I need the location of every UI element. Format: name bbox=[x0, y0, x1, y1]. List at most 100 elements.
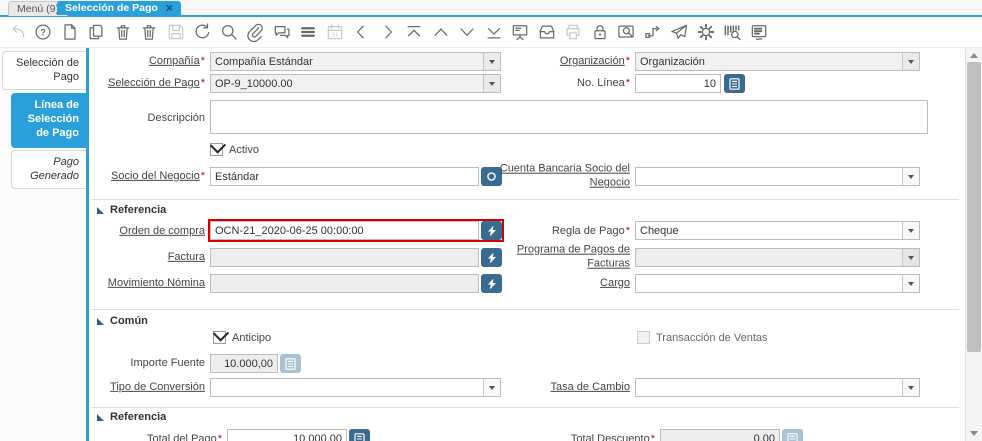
section-divider bbox=[91, 407, 959, 408]
cuenta-bancaria-combobox[interactable] bbox=[635, 167, 920, 186]
detail-record-icon[interactable] bbox=[456, 20, 480, 44]
factura-input bbox=[210, 248, 479, 267]
help-icon[interactable] bbox=[32, 20, 56, 44]
toolbar bbox=[0, 17, 982, 48]
tasa-cambio-value[interactable] bbox=[636, 379, 902, 396]
copy-record-icon[interactable] bbox=[85, 20, 109, 44]
workflow-icon[interactable] bbox=[641, 20, 665, 44]
private-record-lock-icon[interactable] bbox=[588, 20, 612, 44]
active-tab-label: Selección de Pago bbox=[65, 2, 158, 14]
transaccion-ventas-label: Transacción de Ventas bbox=[656, 332, 768, 344]
archive-icon[interactable] bbox=[535, 20, 559, 44]
compania-combobox[interactable] bbox=[210, 52, 501, 71]
movimiento-nomina-input bbox=[210, 274, 479, 293]
delete-record-icon[interactable] bbox=[111, 20, 135, 44]
find-icon[interactable] bbox=[217, 20, 241, 44]
process-icon[interactable] bbox=[694, 20, 718, 44]
chat-icon[interactable] bbox=[270, 20, 294, 44]
section-referencia[interactable]: Referencia bbox=[97, 204, 166, 216]
section-referencia-2[interactable]: Referencia bbox=[97, 411, 166, 423]
chevron-down-icon[interactable] bbox=[902, 379, 919, 396]
orden-compra-input[interactable] bbox=[210, 221, 479, 240]
seleccion-pago-label[interactable]: Selección de Pago* bbox=[89, 76, 205, 90]
cargo-label[interactable]: Cargo bbox=[490, 276, 630, 290]
collapse-triangle-icon[interactable] bbox=[97, 413, 104, 421]
orden-compra-label[interactable]: Orden de compra bbox=[89, 224, 205, 238]
regla-pago-value[interactable] bbox=[636, 222, 902, 239]
scroll-down-icon[interactable] bbox=[970, 431, 978, 436]
sidebar-tab-seleccion-de-pago[interactable]: Selección de Pago bbox=[2, 51, 86, 90]
tasa-cambio-label[interactable]: Tasa de Cambio bbox=[490, 380, 631, 394]
save-icon bbox=[164, 20, 188, 44]
export-icon[interactable] bbox=[668, 20, 692, 44]
programa-pagos-value bbox=[636, 249, 902, 266]
total-pago-input[interactable] bbox=[227, 429, 347, 441]
cargo-value[interactable] bbox=[636, 275, 902, 292]
cuenta-bancaria-value[interactable] bbox=[636, 168, 902, 185]
chevron-down-icon[interactable] bbox=[902, 275, 919, 292]
sidebar-tab-linea-de-seleccion-de-pago[interactable]: Línea de Selección de Pago bbox=[11, 93, 86, 148]
form-area: Compañía* Organización* Selección de Pag… bbox=[89, 48, 965, 441]
zoom-across-icon[interactable] bbox=[615, 20, 639, 44]
first-record-icon[interactable] bbox=[403, 20, 427, 44]
socio-label[interactable]: Socio del Negocio* bbox=[89, 169, 205, 183]
organizacion-value[interactable] bbox=[636, 53, 902, 70]
seleccion-pago-value[interactable] bbox=[211, 75, 483, 92]
total-descuento-calculator-button bbox=[782, 429, 803, 441]
grid-toggle-icon[interactable] bbox=[297, 20, 321, 44]
previous-record-icon[interactable] bbox=[350, 20, 374, 44]
undo-icon bbox=[5, 20, 29, 44]
cargo-combobox[interactable] bbox=[635, 274, 920, 293]
tipo-conversion-label[interactable]: Tipo de Conversión bbox=[89, 380, 205, 394]
seleccion-pago-combobox[interactable] bbox=[210, 74, 501, 93]
organizacion-combobox[interactable] bbox=[635, 52, 920, 71]
close-icon[interactable]: × bbox=[166, 2, 173, 14]
no-linea-calculator-button[interactable] bbox=[724, 74, 745, 93]
delete-selection-icon[interactable] bbox=[138, 20, 162, 44]
descripcion-label: Descripción bbox=[147, 111, 205, 124]
vertical-scrollbar[interactable] bbox=[965, 48, 982, 441]
tipo-conversion-value[interactable] bbox=[211, 379, 483, 396]
refresh-icon[interactable] bbox=[191, 20, 215, 44]
tab-seleccion-de-pago-window[interactable]: Selección de Pago × bbox=[57, 1, 181, 15]
anticipo-checkbox[interactable] bbox=[213, 331, 226, 344]
last-record-icon[interactable] bbox=[482, 20, 506, 44]
collapse-triangle-icon[interactable] bbox=[97, 317, 104, 325]
total-pago-calculator-button[interactable] bbox=[349, 429, 370, 441]
quick-form-icon[interactable] bbox=[747, 20, 771, 44]
factura-label[interactable]: Factura bbox=[89, 250, 205, 264]
calculator-icon bbox=[787, 432, 798, 441]
collapse-triangle-icon[interactable] bbox=[97, 206, 104, 214]
activo-label: Activo bbox=[229, 144, 259, 156]
cuenta-bancaria-label[interactable]: Cuenta Bancaria Socio del Negocio bbox=[490, 162, 630, 191]
sidebar-tabs: Selección de Pago Línea de Selección de … bbox=[0, 48, 86, 441]
parent-record-icon[interactable] bbox=[429, 20, 453, 44]
no-linea-input[interactable] bbox=[635, 74, 721, 93]
sidebar-tab-pago-generado[interactable]: Pago Generado bbox=[11, 150, 86, 189]
calculator-icon bbox=[729, 77, 740, 90]
programa-pagos-label[interactable]: Programa de Pagos de Facturas bbox=[490, 243, 630, 272]
tasa-cambio-combobox[interactable] bbox=[635, 378, 920, 397]
attachment-icon[interactable] bbox=[244, 20, 268, 44]
regla-pago-combobox[interactable] bbox=[635, 221, 920, 240]
product-info-icon[interactable] bbox=[721, 20, 745, 44]
report-icon[interactable] bbox=[509, 20, 533, 44]
chevron-down-icon[interactable] bbox=[902, 168, 919, 185]
compania-label[interactable]: Compañía* bbox=[89, 54, 205, 68]
regla-pago-label: Regla de Pago* bbox=[551, 224, 630, 237]
scrollbar-thumb[interactable] bbox=[967, 62, 981, 352]
section-comun[interactable]: Común bbox=[97, 315, 148, 327]
chevron-down-icon[interactable] bbox=[902, 222, 919, 239]
scroll-up-icon[interactable] bbox=[970, 53, 978, 58]
tipo-conversion-combobox[interactable] bbox=[210, 378, 501, 397]
compania-value[interactable] bbox=[211, 53, 483, 70]
movimiento-nomina-label[interactable]: Movimiento Nómina bbox=[89, 276, 205, 290]
total-descuento-label: Total Descuento* bbox=[570, 432, 655, 441]
activo-checkbox[interactable] bbox=[210, 143, 223, 156]
next-record-icon[interactable] bbox=[376, 20, 400, 44]
new-record-icon[interactable] bbox=[58, 20, 82, 44]
descripcion-textarea[interactable] bbox=[210, 100, 928, 134]
chevron-down-icon[interactable] bbox=[902, 53, 919, 70]
organizacion-label[interactable]: Organización* bbox=[490, 54, 630, 68]
socio-input[interactable] bbox=[210, 167, 479, 186]
